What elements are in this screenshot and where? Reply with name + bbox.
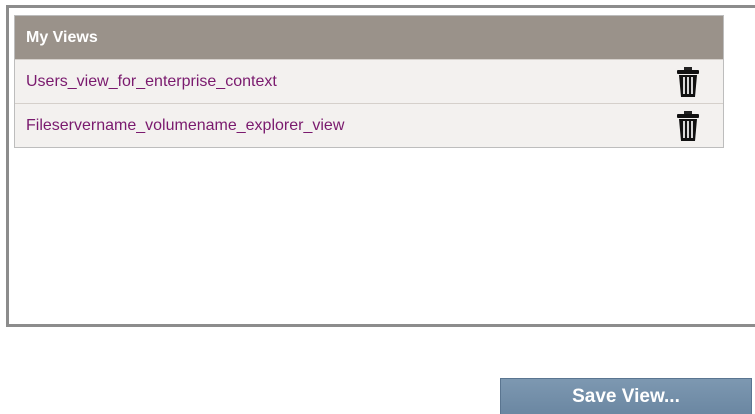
save-view-label: Save View... [572,385,680,407]
view-link[interactable]: Users_view_for_enterprise_context [26,73,277,91]
save-view-button[interactable]: Save View... [500,378,752,414]
view-link[interactable]: Fileservername_volumename_explorer_view [26,117,344,135]
view-row: Fileservername_volumename_explorer_view [15,103,723,147]
trash-icon[interactable] [675,66,701,98]
my-views-header: My Views [15,16,723,59]
my-views-title: My Views [26,28,98,46]
view-row: Users_view_for_enterprise_context [15,59,723,103]
trash-icon[interactable] [675,110,701,142]
my-views-table: My Views Users_view_for_enterprise_conte… [14,15,724,148]
